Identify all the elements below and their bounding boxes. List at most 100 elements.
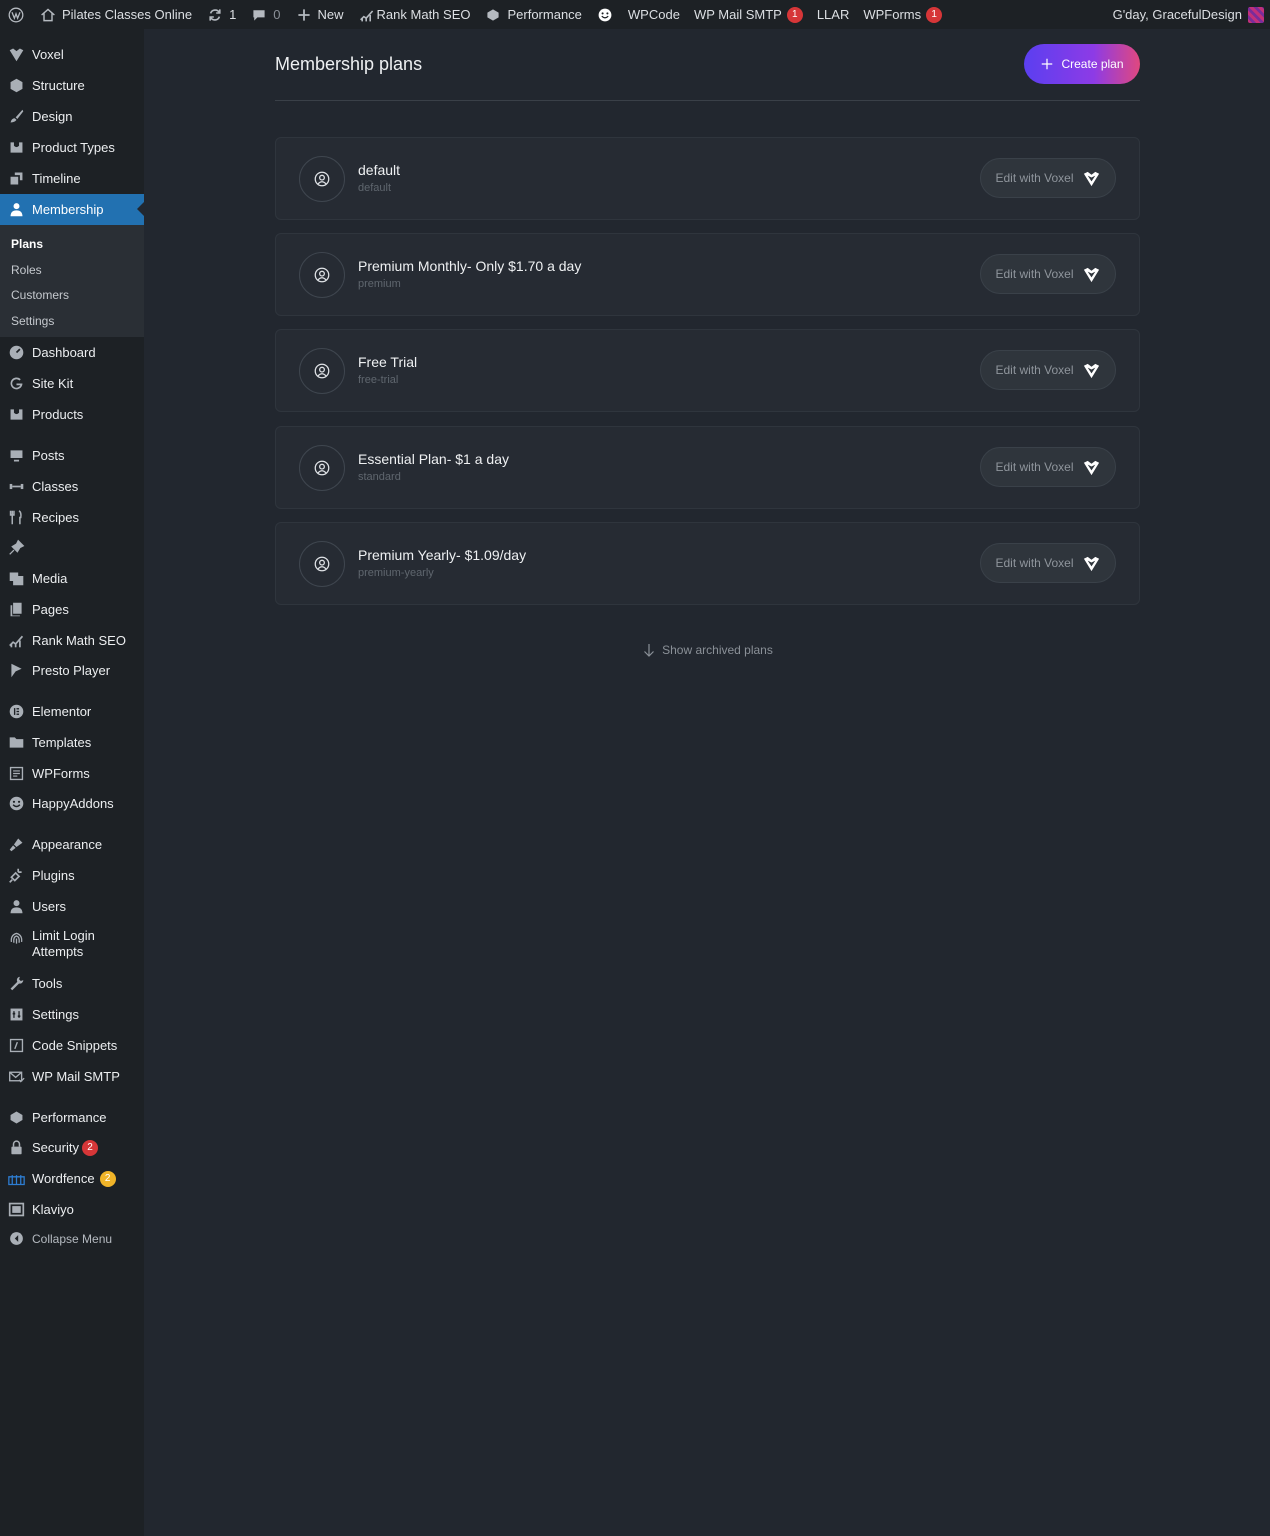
menu-label: WP Mail SMTP	[32, 1069, 120, 1084]
klaviyo-icon	[0, 1201, 32, 1218]
admin-bar: Pilates Classes Online 1 0 New Rank Math…	[0, 0, 1270, 29]
llar-link[interactable]: LLAR	[810, 0, 857, 29]
submenu-settings[interactable]: Settings	[11, 314, 54, 328]
plan-name: Essential Plan- $1 a day	[358, 451, 509, 467]
edit-with-voxel-button[interactable]: Edit with Voxel	[980, 350, 1116, 390]
avatar	[1248, 6, 1264, 23]
menu-happyaddons[interactable]: HappyAddons	[0, 788, 144, 819]
dashboard-icon	[0, 344, 32, 361]
folder-icon	[0, 734, 32, 751]
wpcode-link[interactable]: WPCode	[621, 0, 687, 29]
rank-math-icon	[358, 6, 376, 24]
plan-card: Premium Yearly- $1.09/day premium-yearly…	[275, 522, 1140, 605]
wp-mail-smtp-link[interactable]: WP Mail SMTP 1	[687, 0, 810, 29]
menu-templates[interactable]: Templates	[0, 727, 144, 758]
menu-label: Voxel	[32, 47, 64, 62]
menu-label: Pages	[32, 602, 69, 617]
menu-pin[interactable]	[0, 532, 144, 563]
voxel-icon	[1083, 460, 1099, 475]
menu-users[interactable]: Users	[0, 891, 144, 922]
happyaddons-link[interactable]	[589, 0, 621, 29]
edit-with-voxel-button[interactable]: Edit with Voxel	[980, 254, 1116, 294]
create-plan-button[interactable]: Create plan	[1024, 44, 1140, 84]
show-archived-plans-button[interactable]: Show archived plans	[275, 643, 1140, 657]
plan-card: default default Edit with Voxel	[275, 137, 1140, 220]
menu-rank-math[interactable]: Rank Math SEO	[0, 625, 144, 656]
menu-presto-player[interactable]: Presto Player	[0, 655, 144, 686]
menu-appearance[interactable]: Appearance	[0, 829, 144, 860]
updates-link[interactable]: 1	[199, 0, 243, 29]
menu-dashboard[interactable]: Dashboard	[0, 337, 144, 368]
plan-card: Premium Monthly- Only $1.70 a day premiu…	[275, 233, 1140, 316]
submenu-customers[interactable]: Customers	[11, 288, 69, 302]
site-name-link[interactable]: Pilates Classes Online	[32, 0, 199, 29]
comments-link[interactable]: 0	[243, 0, 287, 29]
menu-wp-mail-smtp[interactable]: WP Mail SMTP	[0, 1061, 144, 1092]
edit-label: Edit with Voxel	[995, 556, 1074, 570]
edit-with-voxel-button[interactable]: Edit with Voxel	[980, 543, 1116, 583]
greeting: G'day, GracefulDesign	[1112, 7, 1242, 22]
menu-plugins[interactable]: Plugins	[0, 860, 144, 891]
menu-classes[interactable]: Classes	[0, 471, 144, 502]
my-account-link[interactable]: G'day, GracefulDesign	[1106, 0, 1270, 29]
posts-icon	[0, 447, 32, 464]
submenu-roles[interactable]: Roles	[11, 263, 42, 277]
performance-link[interactable]: Performance	[477, 0, 588, 29]
menu-design[interactable]: Design	[0, 101, 144, 132]
plan-name: Premium Yearly- $1.09/day	[358, 547, 527, 563]
new-content-link[interactable]: New	[288, 0, 351, 29]
voxel-icon	[1083, 171, 1099, 186]
menu-label: Dashboard	[32, 345, 96, 360]
comments-count: 0	[273, 7, 281, 22]
menu-structure[interactable]: Structure	[0, 70, 144, 101]
wordpress-icon	[7, 6, 25, 24]
wpcode-label: WPCode	[627, 7, 680, 22]
menu-elementor[interactable]: Elementor	[0, 696, 144, 727]
menu-label: Performance	[32, 1110, 107, 1125]
menu-label: Security	[32, 1140, 79, 1155]
edit-with-voxel-button[interactable]: Edit with Voxel	[980, 158, 1116, 198]
user-icon	[0, 201, 32, 218]
submenu-plans[interactable]: Plans	[11, 237, 43, 251]
wordpress-logo-button[interactable]	[0, 0, 32, 29]
menu-timeline[interactable]: Timeline	[0, 163, 144, 194]
menu-security[interactable]: Security 2	[0, 1132, 144, 1163]
menu-products[interactable]: Products	[0, 399, 144, 430]
fork-knife-icon	[0, 509, 32, 526]
menu-product-types[interactable]: Product Types	[0, 132, 144, 163]
menu-label: Collapse Menu	[32, 1231, 113, 1246]
menu-label-line-1: Limit Login	[32, 928, 95, 943]
menu-pages[interactable]: Pages	[0, 594, 144, 625]
menu-membership[interactable]: Membership	[0, 194, 144, 225]
menu-posts[interactable]: Posts	[0, 440, 144, 471]
edit-label: Edit with Voxel	[995, 171, 1074, 185]
wpforms-link[interactable]: WPForms 1	[856, 0, 949, 29]
menu-wpforms[interactable]: WPForms	[0, 758, 144, 789]
menu-recipes[interactable]: Recipes	[0, 502, 144, 533]
plugin-icon	[0, 867, 32, 884]
menu-label: HappyAddons	[32, 796, 114, 811]
dumbbell-icon	[0, 478, 32, 495]
menu-wordfence[interactable]: Wordfence 2	[0, 1163, 144, 1194]
menu-klaviyo[interactable]: Klaviyo	[0, 1194, 144, 1225]
menu-limit-login-attempts[interactable]: Limit Login Attempts	[0, 924, 144, 964]
menu-voxel[interactable]: Voxel	[0, 39, 144, 70]
menu-code-snippets[interactable]: Code Snippets	[0, 1030, 144, 1061]
rankmath-link[interactable]: Rank Math SEO	[351, 0, 478, 29]
wp-mail-smtp-label: WP Mail SMTP	[693, 7, 782, 22]
plan-key: premium	[358, 278, 401, 290]
edit-with-voxel-button[interactable]: Edit with Voxel	[980, 447, 1116, 487]
performance-label: Performance	[507, 7, 582, 22]
shopping-bag-icon	[0, 406, 32, 423]
menu-site-kit[interactable]: Site Kit	[0, 368, 144, 399]
menu-settings[interactable]: Settings	[0, 999, 144, 1030]
menu-media[interactable]: Media	[0, 563, 144, 594]
arrow-down-icon	[644, 644, 655, 657]
menu-performance[interactable]: Performance	[0, 1102, 144, 1133]
menu-tools[interactable]: Tools	[0, 968, 144, 999]
refresh-icon	[206, 6, 224, 24]
plan-key: free-trial	[358, 374, 399, 386]
menu-label: Product Types	[32, 140, 115, 155]
voxel-icon	[1083, 267, 1099, 282]
collapse-menu-button[interactable]: Collapse Menu	[0, 1223, 144, 1254]
